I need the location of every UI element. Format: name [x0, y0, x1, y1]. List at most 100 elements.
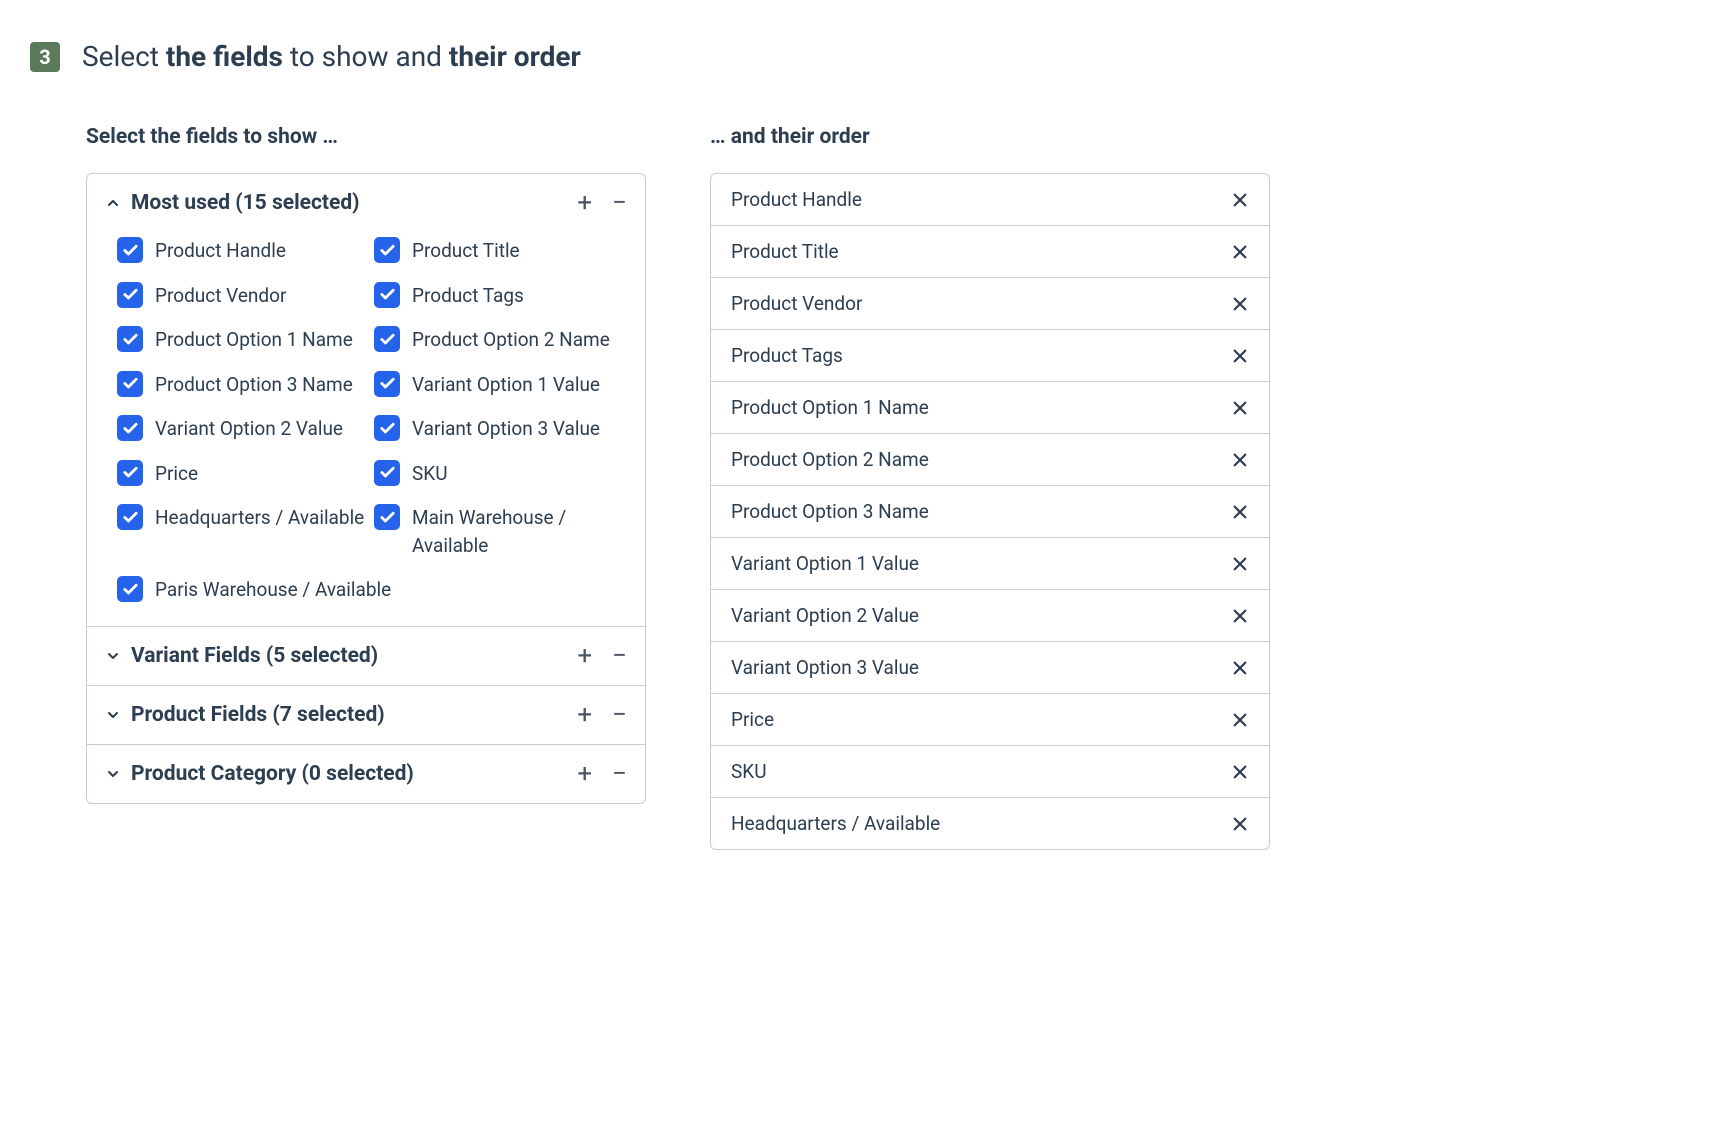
fields-order-heading: … and their order — [710, 125, 1270, 149]
order-item-label: Variant Option 3 Value — [731, 656, 919, 679]
order-item-label: Variant Option 1 Value — [731, 552, 919, 575]
field-label: Product Title — [412, 236, 520, 265]
remove-button[interactable] — [1231, 347, 1249, 365]
checkbox-checked-icon[interactable] — [374, 460, 400, 486]
group-title: Variant Fields (5 selected) — [131, 644, 577, 668]
chevron-up-icon — [105, 195, 121, 211]
field-item[interactable]: Product Handle — [117, 236, 370, 265]
checkbox-checked-icon[interactable] — [374, 415, 400, 441]
group-title: Most used (15 selected) — [131, 191, 577, 215]
field-label: Headquarters / Available — [155, 503, 364, 532]
order-item[interactable]: Product Title — [711, 225, 1269, 277]
checkbox-checked-icon[interactable] — [374, 326, 400, 352]
field-item[interactable]: SKU — [374, 459, 627, 488]
order-item[interactable]: Variant Option 3 Value — [711, 641, 1269, 693]
remove-button[interactable] — [1231, 243, 1249, 261]
field-label: Product Option 1 Name — [155, 325, 353, 354]
order-item[interactable]: Product Tags — [711, 329, 1269, 381]
group-header-product-category[interactable]: Product Category (0 selected) + − — [87, 744, 645, 803]
field-item[interactable]: Product Vendor — [117, 281, 370, 310]
order-item[interactable]: Product Handle — [711, 174, 1269, 225]
field-label: Main Warehouse / Available — [412, 503, 627, 559]
select-all-button[interactable]: + — [577, 643, 592, 669]
field-item[interactable]: Product Tags — [374, 281, 627, 310]
fields-select-heading: Select the fields to show … — [86, 125, 646, 149]
order-item-label: Product Option 2 Name — [731, 448, 929, 471]
checkbox-checked-icon[interactable] — [117, 504, 143, 530]
field-item[interactable]: Headquarters / Available — [117, 503, 370, 559]
checkbox-checked-icon[interactable] — [374, 504, 400, 530]
group-title: Product Fields (7 selected) — [131, 703, 577, 727]
remove-button[interactable] — [1231, 711, 1249, 729]
deselect-all-button[interactable]: − — [612, 761, 627, 787]
order-item-label: Product Vendor — [731, 292, 862, 315]
group-header-most-used[interactable]: Most used (15 selected) + − — [87, 174, 645, 232]
field-label: Variant Option 1 Value — [412, 370, 600, 399]
checkbox-checked-icon[interactable] — [117, 326, 143, 352]
order-item-label: Headquarters / Available — [731, 812, 940, 835]
remove-button[interactable] — [1231, 555, 1249, 573]
order-item-label: Variant Option 2 Value — [731, 604, 919, 627]
order-item[interactable]: Product Vendor — [711, 277, 1269, 329]
order-item[interactable]: Product Option 1 Name — [711, 381, 1269, 433]
remove-button[interactable] — [1231, 451, 1249, 469]
order-item[interactable]: Price — [711, 693, 1269, 745]
checkbox-checked-icon[interactable] — [374, 237, 400, 263]
field-item[interactable]: Main Warehouse / Available — [374, 503, 627, 559]
remove-button[interactable] — [1231, 295, 1249, 313]
checkbox-checked-icon[interactable] — [117, 371, 143, 397]
field-item[interactable]: Paris Warehouse / Available — [117, 575, 627, 604]
order-item[interactable]: Product Option 3 Name — [711, 485, 1269, 537]
checkbox-checked-icon[interactable] — [374, 371, 400, 397]
field-label: Variant Option 2 Value — [155, 414, 343, 443]
remove-button[interactable] — [1231, 763, 1249, 781]
remove-button[interactable] — [1231, 659, 1249, 677]
field-item[interactable]: Product Option 1 Name — [117, 325, 370, 354]
deselect-all-button[interactable]: − — [612, 643, 627, 669]
order-item[interactable]: Variant Option 1 Value — [711, 537, 1269, 589]
order-item[interactable]: Headquarters / Available — [711, 797, 1269, 849]
group-header-variant-fields[interactable]: Variant Fields (5 selected) + − — [87, 626, 645, 685]
field-item[interactable]: Product Title — [374, 236, 627, 265]
field-label: Variant Option 3 Value — [412, 414, 600, 443]
order-list: Product Handle Product Title Product Ven… — [710, 173, 1270, 850]
checkbox-checked-icon[interactable] — [117, 282, 143, 308]
remove-button[interactable] — [1231, 607, 1249, 625]
fields-grid: Product Handle Product Title Product Ven… — [87, 232, 645, 626]
field-label: Product Option 3 Name — [155, 370, 353, 399]
checkbox-checked-icon[interactable] — [117, 576, 143, 602]
field-label: SKU — [412, 459, 448, 488]
field-label: Price — [155, 459, 198, 488]
field-item[interactable]: Variant Option 1 Value — [374, 370, 627, 399]
group-header-product-fields[interactable]: Product Fields (7 selected) + − — [87, 685, 645, 744]
order-item-label: Product Option 1 Name — [731, 396, 929, 419]
field-item[interactable]: Variant Option 3 Value — [374, 414, 627, 443]
select-all-button[interactable]: + — [577, 190, 592, 216]
order-item-label: Product Tags — [731, 344, 843, 367]
remove-button[interactable] — [1231, 503, 1249, 521]
field-item[interactable]: Product Option 2 Name — [374, 325, 627, 354]
remove-button[interactable] — [1231, 191, 1249, 209]
field-item[interactable]: Product Option 3 Name — [117, 370, 370, 399]
checkbox-checked-icon[interactable] — [117, 460, 143, 486]
select-all-button[interactable]: + — [577, 702, 592, 728]
chevron-down-icon — [105, 648, 121, 664]
order-item[interactable]: Product Option 2 Name — [711, 433, 1269, 485]
field-label: Product Option 2 Name — [412, 325, 610, 354]
order-item[interactable]: SKU — [711, 745, 1269, 797]
field-item[interactable]: Price — [117, 459, 370, 488]
step-title: Select the fields to show and their orde… — [82, 40, 581, 73]
remove-button[interactable] — [1231, 399, 1249, 417]
field-label: Product Handle — [155, 236, 286, 265]
remove-button[interactable] — [1231, 815, 1249, 833]
order-item-label: Product Title — [731, 240, 839, 263]
order-item-label: Price — [731, 708, 774, 731]
select-all-button[interactable]: + — [577, 761, 592, 787]
deselect-all-button[interactable]: − — [612, 190, 627, 216]
checkbox-checked-icon[interactable] — [117, 415, 143, 441]
order-item[interactable]: Variant Option 2 Value — [711, 589, 1269, 641]
deselect-all-button[interactable]: − — [612, 702, 627, 728]
checkbox-checked-icon[interactable] — [374, 282, 400, 308]
field-item[interactable]: Variant Option 2 Value — [117, 414, 370, 443]
checkbox-checked-icon[interactable] — [117, 237, 143, 263]
